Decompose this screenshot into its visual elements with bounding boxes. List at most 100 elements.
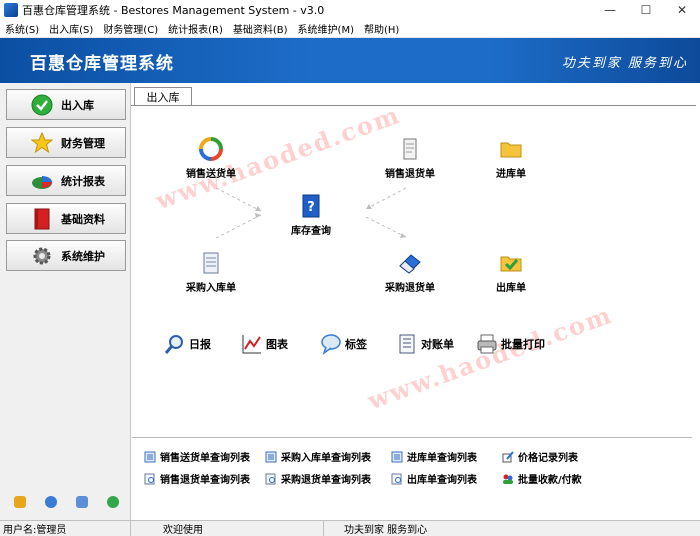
sidebar-item-label: 出入库: [61, 98, 94, 112]
link-label: 出库单查询列表: [407, 475, 477, 486]
people-icon: [502, 473, 514, 485]
sidebar-item-inout[interactable]: 出入库: [6, 89, 126, 120]
purchase-in-label: 采购入库单: [186, 283, 236, 294]
header-banner: 百惠仓库管理系统 功夫到家 服务到心: [0, 38, 700, 83]
banner-slogan: 功夫到家 服务到心: [561, 56, 688, 71]
sales-return-label: 销售退货单: [385, 169, 435, 180]
query-links-panel: 销售送货单查询列表 采购入库单查询列表 进库单查询列表 价格记录列表 销售退货单…: [132, 437, 692, 515]
status-bar: 用户名:管理员 欢迎使用 功夫到家 服务到心: [0, 520, 700, 536]
edit-icon: [502, 450, 514, 463]
stock-out-label: 出库单: [496, 283, 526, 294]
price-record-link[interactable]: 价格记录列表: [502, 449, 578, 464]
sidebar-item-label: 财务管理: [61, 136, 105, 150]
purchase-return-item[interactable]: 采购退货单: [370, 250, 450, 294]
batch-payment-link[interactable]: 批量收款/付款: [502, 471, 582, 486]
batch-print-tool[interactable]: 批量打印: [476, 333, 545, 355]
daily-report-tool[interactable]: 日报: [164, 333, 211, 355]
check-circle-icon: [31, 94, 53, 116]
daily-report-label: 日报: [189, 338, 211, 351]
tag-label: 标签: [345, 338, 367, 351]
menu-bar: 系统(S) 出入库(S) 财务管理(C) 统计报表(R) 基础资料(B) 系统维…: [0, 20, 700, 38]
status-slogan: 功夫到家 服务到心: [344, 525, 428, 536]
search-doc-icon: [391, 473, 403, 485]
sidebar-item-basic-data[interactable]: 基础资料: [6, 203, 126, 234]
speech-bubble-icon: [320, 333, 342, 355]
book-icon: [31, 208, 53, 230]
menu-help[interactable]: 帮助(H): [359, 21, 404, 36]
folder-check-icon: [498, 250, 524, 276]
sidebar-item-label: 统计报表: [61, 174, 105, 188]
close-button[interactable]: ✕: [664, 0, 700, 20]
magnifier-icon: [164, 333, 186, 355]
main-panel: 出入库 www.haoded.com www.haoded.com 销售送货单 …: [131, 83, 700, 520]
purchase-in-item[interactable]: 采购入库单: [171, 250, 251, 294]
sales-delivery-query-link[interactable]: 销售送货单查询列表: [144, 449, 250, 464]
sales-delivery-label: 销售送货单: [186, 169, 236, 180]
sidebar-item-maintenance[interactable]: 系统维护: [6, 240, 126, 271]
link-label: 价格记录列表: [518, 453, 578, 464]
title-bar: 百惠仓库管理系统 - Bestores Management System - …: [0, 0, 700, 20]
link-label: 进库单查询列表: [407, 453, 477, 464]
menu-system[interactable]: 系统(S): [0, 21, 44, 36]
star-icon: [31, 131, 53, 154]
menu-reports[interactable]: 统计报表(R): [163, 21, 228, 36]
search-doc-icon: [265, 473, 277, 485]
menu-inout[interactable]: 出入库(S): [44, 21, 98, 36]
search-icon[interactable]: [76, 496, 88, 508]
document-scroll-icon: [397, 136, 423, 162]
exit-icon[interactable]: [107, 496, 119, 508]
sidebar-toolbar: [14, 496, 119, 508]
sidebar: 出入库 财务管理 统计报表 基础资料 系统维护: [0, 83, 131, 520]
list-icon: [144, 451, 156, 463]
refresh-arrows-icon: [198, 136, 224, 162]
sidebar-item-label: 基础资料: [61, 212, 105, 226]
line-chart-icon: [241, 333, 263, 355]
chart-label: 图表: [266, 338, 288, 351]
list-icon: [391, 451, 403, 463]
chart-tool[interactable]: 图表: [241, 333, 288, 355]
pie-chart-icon: [31, 170, 53, 192]
tag-tool[interactable]: 标签: [320, 333, 367, 355]
sales-delivery-item[interactable]: 销售送货单: [171, 136, 251, 180]
sidebar-item-label: 系统维护: [61, 249, 105, 263]
inventory-query-label: 库存查询: [291, 226, 331, 237]
batch-print-label: 批量打印: [501, 338, 545, 351]
menu-maintenance[interactable]: 系统维护(M): [293, 21, 359, 36]
printer-icon: [476, 333, 498, 355]
sales-return-query-link[interactable]: 销售退货单查询列表: [144, 471, 250, 486]
search-doc-icon: [144, 473, 156, 485]
stock-out-item[interactable]: 出库单: [471, 250, 551, 294]
inventory-query-item[interactable]: ? 库存查询: [271, 193, 351, 237]
purchase-in-query-link[interactable]: 采购入库单查询列表: [265, 449, 371, 464]
statement-label: 对账单: [421, 338, 454, 351]
purchase-return-label: 采购退货单: [385, 283, 435, 294]
sales-return-item[interactable]: 销售退货单: [370, 136, 450, 180]
help-book-icon: ?: [298, 193, 324, 219]
folder-icon: [498, 136, 524, 162]
purchase-return-query-link[interactable]: 采购退货单查询列表: [265, 471, 371, 486]
status-user: 用户名:管理员: [0, 520, 131, 536]
receipt-icon: [198, 250, 224, 276]
stock-in-item[interactable]: 进库单: [471, 136, 551, 180]
menu-basic-data[interactable]: 基础资料(B): [228, 21, 293, 36]
stock-out-query-link[interactable]: 出库单查询列表: [391, 471, 477, 486]
ledger-icon: [396, 333, 418, 355]
link-label: 销售退货单查询列表: [160, 475, 250, 486]
list-icon: [265, 451, 277, 463]
sidebar-item-reports[interactable]: 统计报表: [6, 165, 126, 196]
app-icon: [4, 3, 18, 17]
note-icon[interactable]: [14, 496, 26, 508]
maximize-button[interactable]: ☐: [628, 0, 664, 20]
link-label: 批量收款/付款: [518, 475, 582, 486]
banner-title: 百惠仓库管理系统: [30, 54, 174, 74]
link-label: 采购入库单查询列表: [281, 453, 371, 464]
eraser-icon: [397, 250, 423, 276]
menu-finance[interactable]: 财务管理(C): [98, 21, 163, 36]
link-label: 销售送货单查询列表: [160, 453, 250, 464]
statement-tool[interactable]: 对账单: [396, 333, 454, 355]
sidebar-item-finance[interactable]: 财务管理: [6, 127, 126, 158]
clock-icon[interactable]: [45, 496, 57, 508]
minimize-button[interactable]: —: [592, 0, 628, 20]
status-welcome: 欢迎使用: [131, 520, 324, 536]
stock-in-query-link[interactable]: 进库单查询列表: [391, 449, 477, 464]
